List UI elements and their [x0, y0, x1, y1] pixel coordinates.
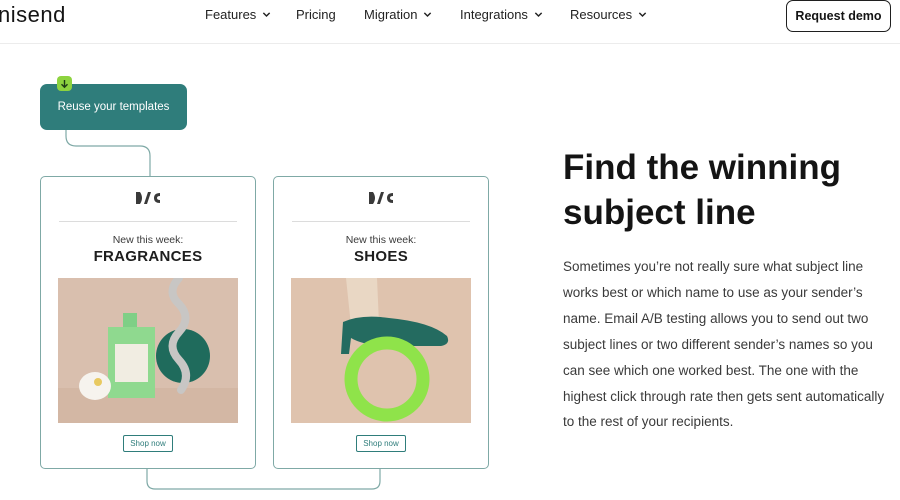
section-headline: Find the winning subject line — [563, 148, 842, 232]
logo[interactable]: nisend — [0, 2, 66, 28]
perfume-bottle-icon — [58, 278, 238, 423]
nav-pricing[interactable]: Pricing — [296, 7, 336, 22]
nav-resources[interactable]: Resources — [570, 7, 647, 22]
nav-integrations[interactable]: Integrations — [460, 7, 543, 22]
card-kicker: New this week: — [112, 234, 184, 246]
nav-migration[interactable]: Migration — [364, 7, 432, 22]
card-title: SHOES — [353, 248, 408, 265]
brand-logo-icon — [41, 191, 255, 209]
chevron-down-icon — [638, 12, 647, 18]
card-divider — [292, 221, 470, 222]
download-arrow-icon — [57, 76, 72, 91]
section-body-text: Sometimes you’re not really sure what su… — [563, 259, 885, 430]
shop-now-button[interactable]: Shop now — [356, 435, 406, 452]
nav-features[interactable]: Features — [205, 7, 271, 22]
nav-migration-label: Migration — [364, 7, 418, 22]
nav-resources-label: Resources — [570, 7, 633, 22]
nav-integrations-label: Integrations — [460, 7, 528, 22]
nav-features-label: Features — [205, 7, 257, 22]
top-navigation: nisend Features Pricing Migration Integr… — [0, 0, 900, 44]
shop-now-button[interactable]: Shop now — [123, 435, 173, 452]
card-title: FRAGRANCES — [93, 248, 203, 265]
brand-logo-icon — [274, 191, 488, 209]
chevron-down-icon — [534, 12, 543, 18]
email-template-card-fragrances: New this week: FRAGRANCES Shop now — [40, 176, 256, 469]
reuse-templates-label: Reuse your templates — [57, 101, 170, 113]
card-kicker: New this week: — [345, 234, 417, 246]
request-demo-button[interactable]: Request demo — [786, 0, 891, 32]
chevron-down-icon — [424, 12, 432, 18]
shoe-on-ring-icon — [291, 278, 471, 423]
card-divider — [59, 221, 237, 222]
email-template-card-shoes: New this week: SHOES Shop now — [273, 176, 489, 469]
nav-pricing-label: Pricing — [296, 7, 336, 22]
chevron-down-icon — [263, 12, 271, 18]
